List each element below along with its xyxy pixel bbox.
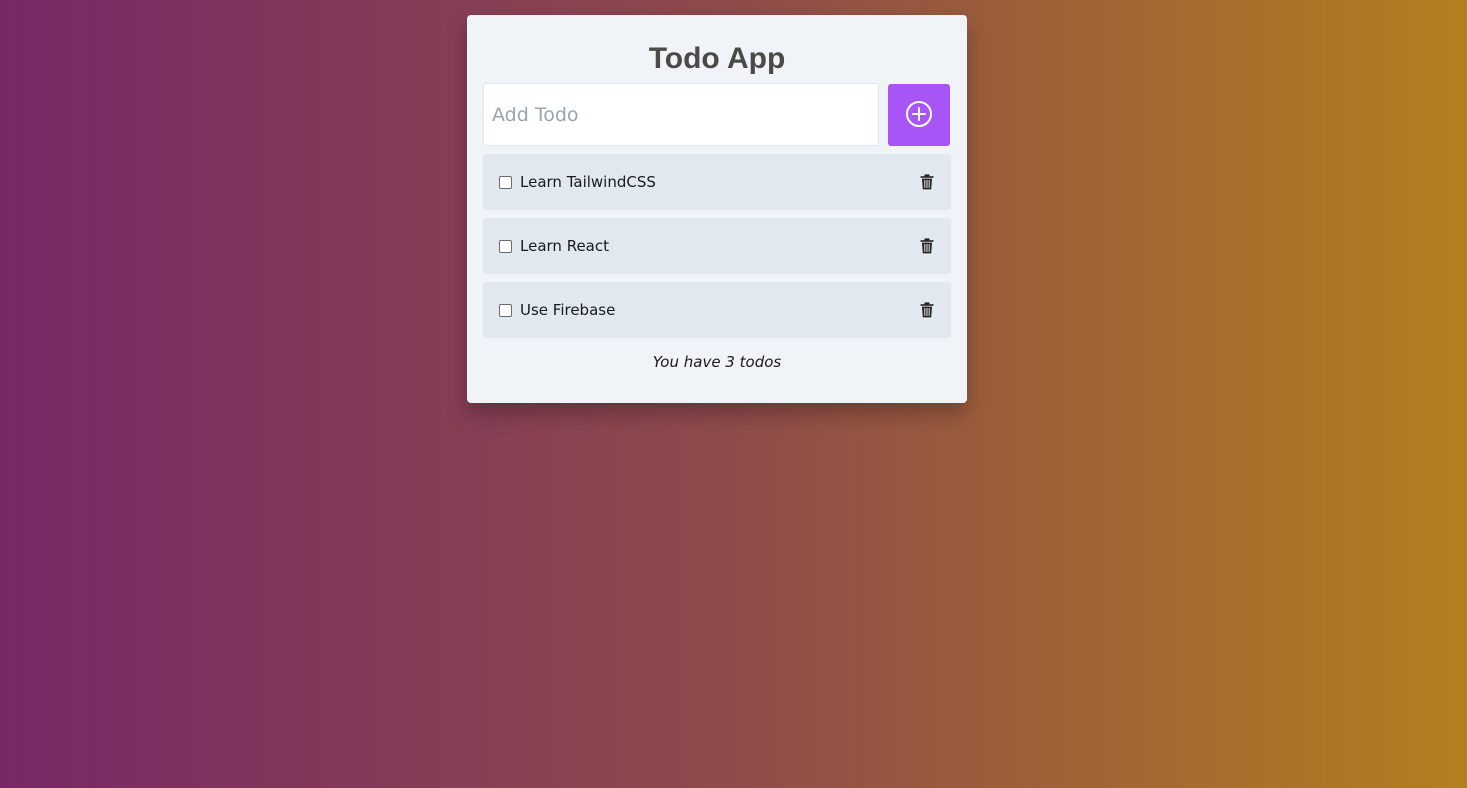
todo-checkbox[interactable]: [499, 239, 512, 253]
todo-card: Todo App Learn TailwindCSS: [467, 15, 967, 403]
app-title: Todo App: [648, 42, 786, 75]
add-todo-input[interactable]: [483, 83, 879, 146]
todo-label: Use Firebase: [520, 301, 616, 319]
todo-item: Use Firebase: [483, 282, 951, 338]
todo-checkbox[interactable]: [499, 303, 512, 317]
todo-item: Learn React: [483, 218, 951, 274]
todo-checkbox[interactable]: [499, 175, 512, 189]
trash-icon[interactable]: [919, 237, 935, 255]
trash-icon[interactable]: [919, 301, 935, 319]
todo-count: You have 3 todos: [652, 353, 782, 371]
todo-item: Learn TailwindCSS: [483, 154, 951, 210]
todo-list: Learn TailwindCSS Learn React Use Fireba…: [483, 154, 951, 338]
add-todo-form: [483, 83, 951, 146]
trash-icon[interactable]: [919, 173, 935, 191]
todo-label: Learn TailwindCSS: [520, 173, 656, 191]
todo-label: Learn React: [520, 237, 609, 255]
plus-circle-icon: [905, 100, 933, 131]
add-todo-button[interactable]: [888, 84, 950, 146]
